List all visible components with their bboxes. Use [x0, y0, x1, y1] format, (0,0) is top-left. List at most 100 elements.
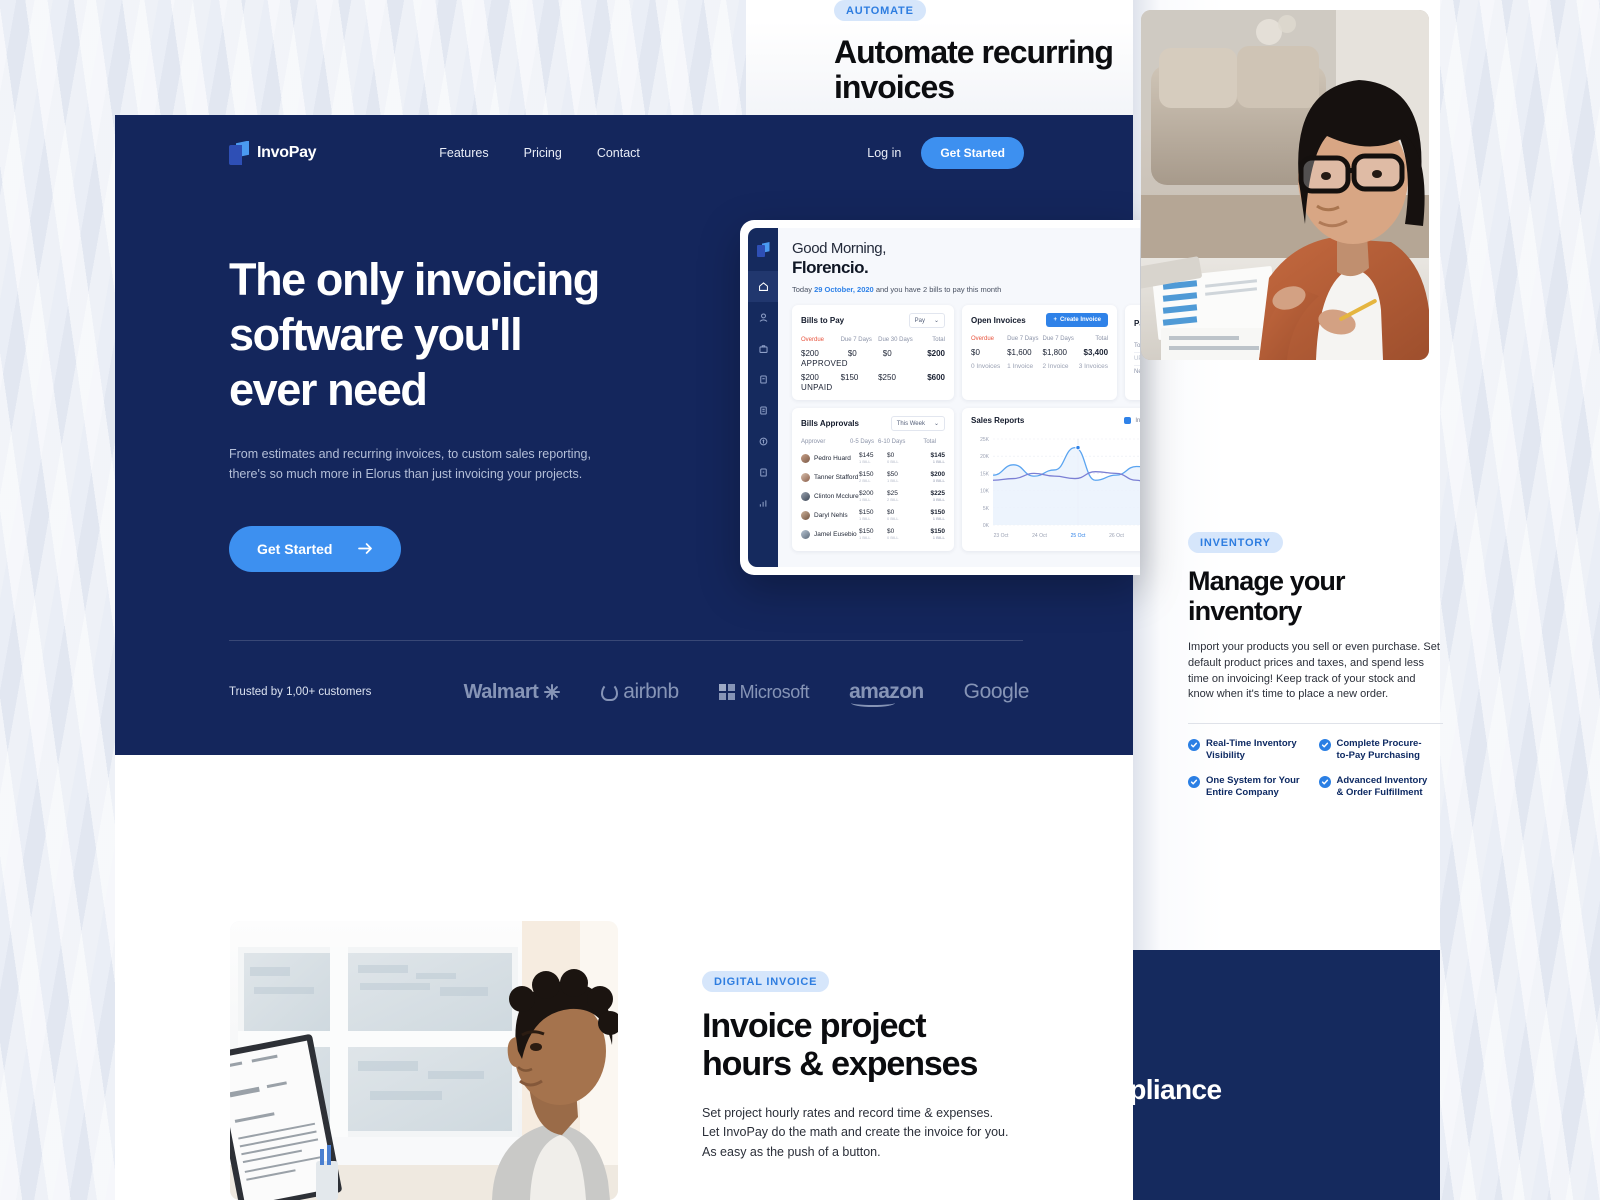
- card-sales-reports: Sales Reports Incomes 0K 5K 10K 15K 20K 25K 23…: [962, 408, 1140, 551]
- hero-divider: [229, 640, 1023, 641]
- svg-text:25K: 25K: [980, 437, 990, 443]
- table-row: Tanner Stafford $150 2 BILL $50 1 BILL $20…: [801, 471, 945, 483]
- nav-item-pricing[interactable]: Pricing: [524, 146, 562, 160]
- check-circle-icon: [1318, 776, 1331, 789]
- inventory-divider: [1188, 722, 1443, 724]
- hero-copy: The only invoicing software you'll ever …: [229, 253, 699, 573]
- digital-invoice-description: Set project hourly rates and record time…: [702, 1105, 1009, 1159]
- dashboard-main: Good Morning, Florencio. Today 29 Octobe…: [778, 228, 1140, 567]
- inventory-description: Import your products you sell or even pu…: [1188, 641, 1440, 701]
- card-bills-approvals: Bills Approvals This Week ⌄ Approver 0-5…: [792, 408, 954, 551]
- feature-label: Advanced Inventory & Order Fulfillment: [1336, 775, 1428, 799]
- avatar: [801, 453, 810, 463]
- create-invoice-button[interactable]: + Create Invoice: [1046, 313, 1108, 327]
- dashboard-nav-briefcase[interactable]: [748, 333, 778, 364]
- check-circle-icon: [1188, 776, 1200, 789]
- bills-approvals-title: Bills Approvals: [801, 419, 859, 428]
- svg-text:20K: 20K: [980, 454, 990, 460]
- card-bills-to-pay: Bills to Pay Pay ⌄ Overdue Due 7 Days Du…: [792, 305, 954, 400]
- dashboard-mockup: Good Morning, Florencio. Today 29 Octobe…: [740, 220, 1140, 575]
- login-link[interactable]: Log in: [867, 146, 901, 160]
- dashboard-nav-dollar[interactable]: [748, 426, 778, 457]
- dashboard-nav-file[interactable]: [748, 395, 778, 426]
- nav-actions: Log in Get Started: [867, 136, 1024, 169]
- bills-approvals-filter[interactable]: This Week ⌄: [890, 416, 945, 431]
- chart-legend: Incomes: [1124, 417, 1140, 424]
- payments-row: UPCOMING: [1134, 352, 1140, 365]
- airbnb-mark-icon: [601, 683, 619, 701]
- hero-cta-label: Get Started: [257, 541, 333, 558]
- inventory-feature-list: Real-Time Inventory Visibility Complete …: [1188, 738, 1443, 800]
- photo-woman-reviewing-documents: [1141, 10, 1429, 360]
- automate-heading: Automate recurring invoices: [834, 34, 1114, 105]
- dashboard-today-date: 29 October, 2020: [814, 285, 874, 294]
- hero-subtext: From estimates and recurring invoices, t…: [229, 446, 591, 481]
- hero-headline: The only invoicing software you'll ever …: [229, 254, 600, 415]
- nav-item-features[interactable]: Features: [439, 146, 488, 160]
- table-row: Daryl Nehls $150 1 BILL $0 0 BILL $150 1 BI…: [801, 509, 945, 521]
- feature-item: Advanced Inventory & Order Fulfillment: [1318, 775, 1444, 799]
- feature-label: Complete Procure- to-Pay Purchasing: [1336, 737, 1422, 762]
- chevron-down-icon: ⌄: [933, 318, 939, 324]
- nav-links: Features Pricing Contact: [439, 146, 640, 160]
- feature-label: One System for Your Entire Company: [1206, 775, 1300, 799]
- svg-text:24 Oct: 24 Oct: [1032, 533, 1047, 539]
- logo-walmart: Walmart: [464, 681, 562, 704]
- dashboard-nav-chart[interactable]: [748, 488, 778, 519]
- trusted-by-label: Trusted by 1,00+ customers: [229, 686, 372, 698]
- navy-block-text: curacy, & Compliance s Payable: [1133, 1074, 1222, 1105]
- table-header: Overdue Due 7 Days Due 7 Days Total: [971, 336, 1109, 342]
- sales-reports-chart: 0K 5K 10K 15K 20K 25K 23 Oct 24 Oct 25 Oct 26 Oct…: [971, 431, 1140, 543]
- avatar: [801, 510, 810, 520]
- logo-amazon: amazon: [849, 680, 924, 707]
- card-payments: Payments Today UPCOMING Next 7 days: [1125, 305, 1140, 400]
- digital-invoice-copy: DIGITAL INVOICE Invoice project hours & …: [702, 971, 1102, 1162]
- get-started-nav-button[interactable]: Get Started: [921, 136, 1024, 169]
- logo-google: Google: [963, 680, 1030, 703]
- avatar: [801, 472, 810, 482]
- hero-get-started-button[interactable]: Get Started: [229, 526, 402, 573]
- client-logos: Walmart airbnb Microsoft amazon Google: [464, 680, 1030, 707]
- svg-text:15K: 15K: [980, 471, 990, 477]
- svg-text:25 Oct: 25 Oct: [1071, 533, 1086, 539]
- dashboard-today-line: Today 29 October, 2020 and you have 2 bi…: [792, 285, 1002, 294]
- payments-row: Next 7 days: [1134, 365, 1140, 378]
- dashboard-nav-invoice[interactable]: [748, 457, 778, 488]
- table-row: $200 UNPAID $150 $250 $600: [801, 373, 945, 392]
- check-circle-icon: [1188, 738, 1200, 751]
- chevron-down-icon: ⌄: [933, 421, 939, 427]
- logo[interactable]: InvoPay: [229, 140, 317, 165]
- bills-to-pay-filter[interactable]: Pay ⌄: [908, 313, 945, 328]
- dashboard-greeting-line2: Florencio.: [792, 258, 869, 277]
- table-header: Overdue Due 7 Days Due 30 Days Total: [801, 337, 945, 343]
- payments-title: Payments: [1134, 319, 1140, 328]
- feature-label: Real-Time Inventory Visibility: [1206, 737, 1297, 762]
- inventory-section: INVENTORY Manage your inventory Import y…: [1188, 532, 1443, 800]
- inventory-heading: Manage your inventory: [1188, 566, 1346, 627]
- logo-microsoft: Microsoft: [718, 682, 809, 703]
- nav-item-contact[interactable]: Contact: [597, 146, 640, 160]
- svg-text:0K: 0K: [983, 523, 990, 529]
- feature-item: One System for Your Entire Company: [1188, 775, 1313, 799]
- dashboard-nav-document[interactable]: [748, 364, 778, 395]
- automate-section: AUTOMATE Automate recurring invoices: [746, 0, 1140, 122]
- dashboard-logo-icon: [756, 242, 770, 257]
- bills-to-pay-title: Bills to Pay: [801, 316, 845, 325]
- photo-person-at-monitor: [230, 921, 618, 1200]
- invopay-logo-icon: [229, 140, 249, 165]
- table-row: $0 $1,600 $1,800 $3,400: [971, 348, 1109, 357]
- table-row: Jamel Eusebio $150 1 BILL $0 0 BILL $150 1 …: [801, 528, 945, 540]
- dashboard-nav-home[interactable]: [748, 271, 778, 302]
- plus-icon: +: [1053, 317, 1057, 323]
- navy-cta-block: curacy, & Compliance s Payable: [1133, 950, 1440, 1200]
- payments-row: Today: [1134, 343, 1140, 349]
- dashboard-nav-user[interactable]: [748, 302, 778, 333]
- avatar: [801, 491, 810, 501]
- svg-text:26 Oct: 26 Oct: [1109, 533, 1124, 539]
- dashboard-greeting-line1: Good Morning,: [792, 240, 887, 257]
- logo-airbnb: airbnb: [601, 680, 679, 704]
- inventory-badge: INVENTORY: [1188, 532, 1283, 553]
- svg-text:5K: 5K: [983, 506, 990, 512]
- legend-swatch-incomes: [1124, 417, 1132, 424]
- brand-name: InvoPay: [257, 143, 317, 161]
